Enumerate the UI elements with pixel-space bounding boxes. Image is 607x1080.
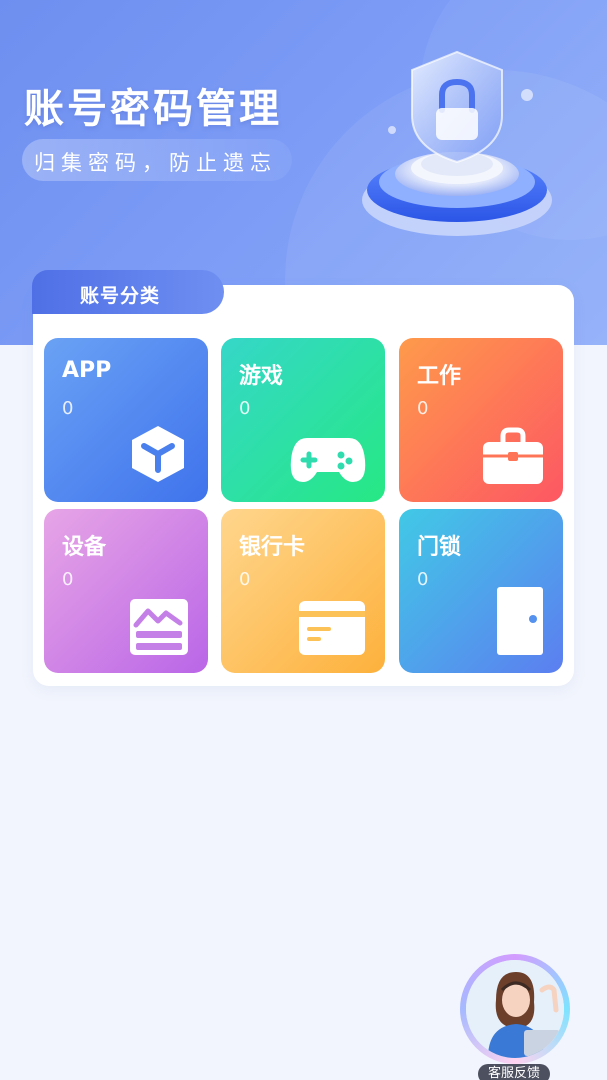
category-label: 银行卡 — [239, 535, 306, 560]
category-tile-game[interactable]: 游戏 0 — [221, 338, 385, 502]
service-agent-avatar — [466, 960, 564, 1058]
gamepad-icon — [290, 438, 366, 482]
category-count: 0 — [417, 398, 429, 419]
cube-icon — [132, 426, 184, 482]
category-label: 工作 — [417, 364, 462, 389]
door-icon — [497, 587, 543, 655]
bank-card-icon — [299, 601, 365, 655]
shield-lock-illustration — [362, 50, 552, 236]
customer-service-label[interactable]: 客服反馈 — [478, 1064, 550, 1080]
category-count: 0 — [239, 569, 251, 590]
category-count: 0 — [62, 398, 74, 419]
category-label: 设备 — [62, 535, 107, 560]
category-tile-device[interactable]: 设备 0 — [44, 509, 208, 673]
section-tab-label: 账号分类 — [80, 285, 161, 307]
category-tile-work[interactable]: 工作 0 — [399, 338, 563, 502]
category-tile-door-lock[interactable]: 门锁 0 — [399, 509, 563, 673]
category-label: 门锁 — [417, 535, 462, 560]
page: 账号密码管理 归集密码，防止遗忘 账号分类 APP 0 游戏 0 工作 0 设备… — [0, 0, 607, 1080]
category-count: 0 — [239, 398, 251, 419]
customer-service-button[interactable] — [458, 952, 574, 1080]
category-tile-bank-card[interactable]: 银行卡 0 — [221, 509, 385, 673]
monitor-chart-icon — [130, 599, 188, 655]
category-count: 0 — [417, 569, 429, 590]
page-subtitle: 归集密码，防止遗忘 — [34, 151, 277, 175]
briefcase-icon — [483, 427, 543, 484]
page-title: 账号密码管理 — [24, 86, 282, 132]
category-tile-app[interactable]: APP 0 — [44, 338, 208, 502]
category-label: 游戏 — [239, 364, 284, 389]
agent-illustration — [466, 960, 564, 1058]
category-label: APP — [62, 358, 112, 383]
category-count: 0 — [62, 569, 74, 590]
